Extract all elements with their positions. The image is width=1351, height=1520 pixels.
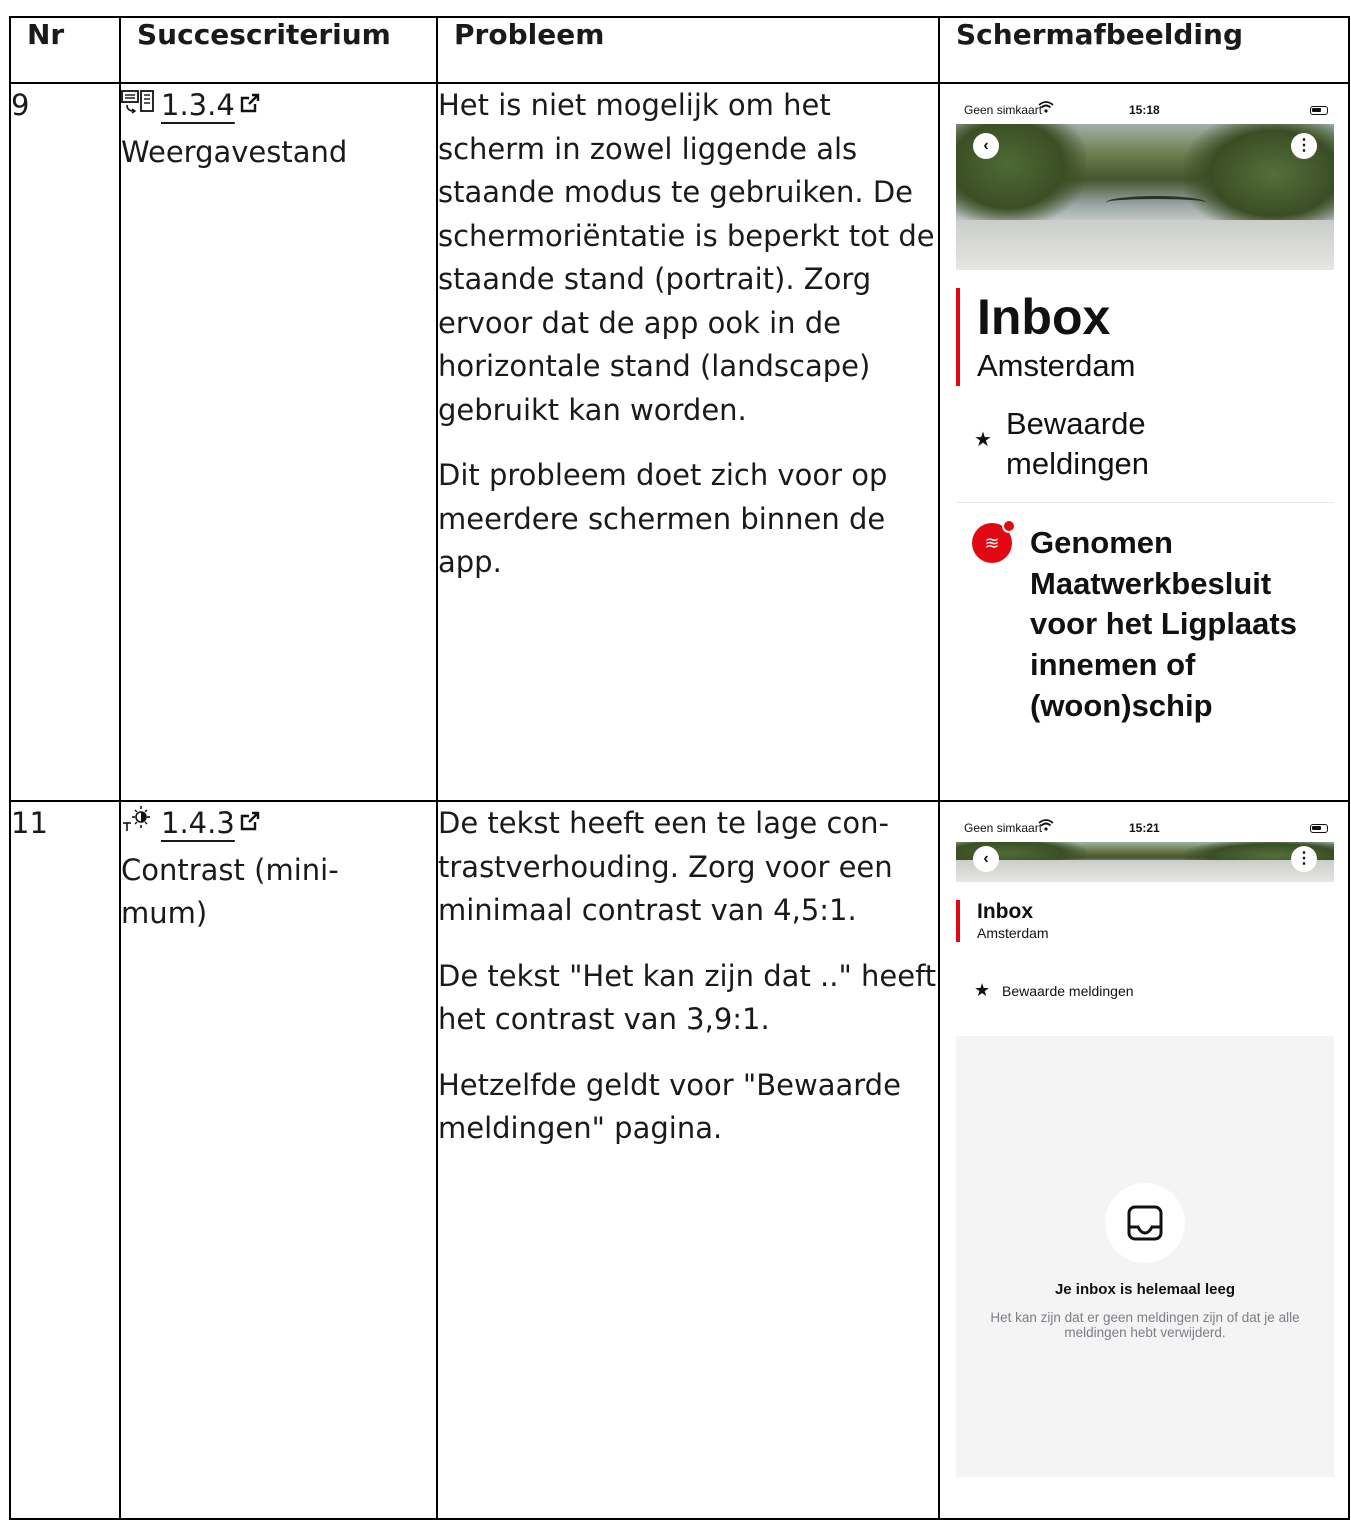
- title-block: Inbox Amsterdam: [956, 288, 1334, 386]
- notification-item[interactable]: ≋ Genomen Maatwerkbesluit voor het Ligpl…: [956, 503, 1334, 727]
- image-water: [956, 220, 1334, 270]
- problem-paragraph: De tekst heeft een te lage con­trastverh…: [438, 806, 893, 927]
- row-number: 9: [9, 82, 121, 802]
- back-button[interactable]: ‹: [973, 846, 999, 872]
- status-time: 15:21: [1129, 821, 1160, 835]
- criterion-link[interactable]: 1.4.3: [161, 806, 235, 840]
- inbox-tray-icon: [1105, 1183, 1185, 1263]
- battery-icon: [1310, 106, 1328, 115]
- star-icon: ★: [974, 429, 992, 451]
- row-number: 11: [9, 800, 121, 1520]
- table-row: 11: [9, 800, 1350, 1520]
- external-link-icon: [240, 800, 260, 831]
- more-options-button[interactable]: ⋮: [1291, 846, 1317, 872]
- image-bridge: [1106, 196, 1206, 209]
- problem-paragraph: Hetzelfde geldt voor "Be­waarde meldinge…: [438, 1067, 901, 1146]
- city-label: Amsterdam: [977, 925, 1049, 941]
- criterion-name: Contrast (mini­mum): [121, 852, 339, 931]
- empty-state: Je inbox is helemaal leeg Het kan zijn d…: [956, 1036, 1334, 1477]
- header-nr: Nr: [9, 16, 121, 84]
- empty-state-title: Je inbox is helemaal leeg: [1054, 1281, 1236, 1298]
- empty-state-text: Het kan zijn dat er geen meldingen zijn …: [990, 1310, 1300, 1340]
- problem-paragraph: Dit probleem doet zich voor op meerdere …: [438, 458, 888, 579]
- audit-table: Nr Succescriterium Probleem Schermafbeel…: [9, 16, 1350, 1520]
- unread-dot: [1002, 519, 1016, 533]
- orientation-icon: [121, 87, 155, 131]
- city-label: Amsterdam: [977, 348, 1136, 383]
- external-link-icon: [240, 82, 260, 113]
- inbox-title: Inbox: [977, 900, 1033, 923]
- wifi-icon: [1038, 101, 1054, 116]
- carrier-label: Geen simkaart: [964, 821, 1043, 835]
- carrier-label: Geen simkaart: [964, 103, 1043, 117]
- notification-title: Genomen Maatwerkbesluit voor het Ligplaa…: [1030, 525, 1297, 723]
- status-time: 15:18: [1129, 103, 1160, 117]
- saved-messages-link[interactable]: ★ Bewaarde meldingen: [956, 404, 1334, 486]
- saved-label: Bewaarde meldingen: [1002, 983, 1134, 999]
- header-image: ‹ ⋮: [956, 124, 1334, 270]
- image-water: [956, 860, 1334, 882]
- wifi-icon: [1038, 819, 1054, 834]
- problem-paragraph: De tekst "Het kan zijn dat .." heeft het…: [438, 958, 937, 1037]
- table-header-row: Nr Succescriterium Probleem Schermafbeel…: [9, 16, 1350, 84]
- more-options-button[interactable]: ⋮: [1291, 133, 1317, 159]
- back-button[interactable]: ‹: [973, 133, 999, 159]
- status-bar: Geen simkaart 15:18: [956, 98, 1334, 124]
- inbox-title: Inbox: [977, 289, 1111, 345]
- status-bar: Geen simkaart 15:21: [956, 816, 1334, 842]
- problem-paragraph: Het is niet mogelijk om het scherm in zo…: [438, 88, 935, 427]
- saved-label: Bewaarde meldingen: [1006, 406, 1150, 481]
- table-row: 9 1.3.4 Weergavestand Het is niet mogeli…: [9, 82, 1350, 802]
- star-icon: ★: [974, 980, 991, 1000]
- header-criterion: Succescriterium: [119, 16, 438, 84]
- header-screenshot: Schermafbeelding: [938, 16, 1350, 84]
- contrast-icon: [121, 805, 155, 849]
- criterion-cell: 1.4.3 Contrast (mini­mum): [119, 800, 438, 1520]
- battery-icon: [1310, 824, 1328, 833]
- criterion-link[interactable]: 1.3.4: [161, 88, 235, 122]
- screenshot-cell: Geen simkaart 15:18 ‹ ⋮ Inbox Amsterdam …: [938, 82, 1350, 802]
- criterion-cell: 1.3.4 Weergavestand: [119, 82, 438, 802]
- phone-screenshot: Geen simkaart 15:18 ‹ ⋮ Inbox Amsterdam …: [956, 98, 1334, 788]
- problem-cell: Het is niet mogelijk om het scherm in zo…: [436, 82, 940, 802]
- header-problem: Probleem: [436, 16, 940, 84]
- title-block: Inbox Amsterdam: [956, 900, 1334, 942]
- phone-screenshot: Geen simkaart 15:21 ‹ ⋮ Inbox Amsterdam …: [956, 816, 1334, 1496]
- saved-messages-link[interactable]: ★ Bewaarde meldingen: [956, 980, 1334, 1000]
- screenshot-cell: Geen simkaart 15:21 ‹ ⋮ Inbox Amsterdam …: [938, 800, 1350, 1520]
- header-image: ‹ ⋮: [956, 842, 1334, 882]
- criterion-name: Weergavestand: [121, 134, 348, 169]
- problem-cell: De tekst heeft een te lage con­trastverh…: [436, 800, 940, 1520]
